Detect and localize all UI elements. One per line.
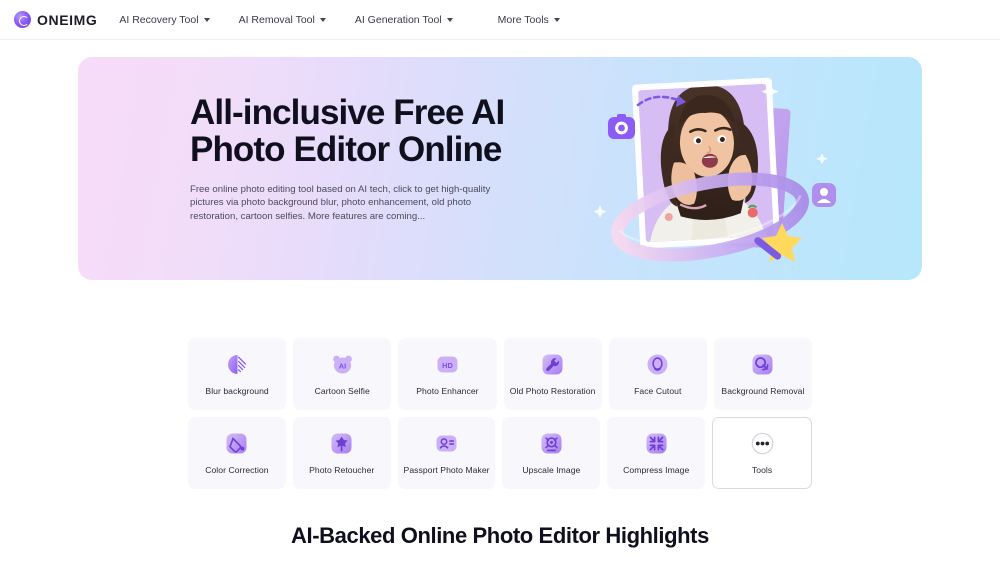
nav-item-ai-recovery-tool[interactable]: AI Recovery Tool	[119, 8, 210, 32]
woman-photo-frame-illustration	[574, 65, 874, 280]
nav-item-label: AI Recovery Tool	[119, 13, 199, 26]
hero-title-line-1: All-inclusive Free AI	[190, 93, 505, 132]
blur-background-icon	[225, 352, 250, 377]
hd-photo-enhancer-icon: HD	[435, 352, 460, 377]
svg-text:HD: HD	[442, 361, 453, 370]
tool-card-blur-background[interactable]: Blur background	[188, 338, 287, 410]
svg-text:AI: AI	[339, 362, 346, 371]
tool-card-label: Tools	[751, 465, 773, 475]
upscale-image-icon	[539, 431, 564, 456]
tool-card-old-photo-restoration[interactable]: Old Photo Restoration	[503, 338, 602, 410]
tool-card-label: Upscale Image	[522, 465, 581, 475]
nav-item-label: More Tools	[497, 13, 549, 26]
nav-item-more-tools[interactable]: More Tools	[498, 8, 560, 32]
nav-item-ai-removal-tool[interactable]: AI Removal Tool	[239, 8, 326, 32]
tool-card-label: Photo Retoucher	[309, 465, 375, 475]
tool-card-label: Background Removal	[721, 386, 805, 396]
photo-retoucher-icon	[329, 431, 354, 456]
tool-card-photo-enhancer[interactable]: HD Photo Enhancer	[398, 338, 497, 410]
tool-card-cartoon-selfie[interactable]: AI Cartoon Selfie	[293, 338, 392, 410]
page-title: All-inclusive Free AI Photo Editor Onlin…	[190, 94, 520, 169]
tool-row-1: Blur background AI Cartoon Selfie HD Pho…	[188, 338, 813, 410]
tool-card-photo-retoucher[interactable]: Photo Retoucher	[292, 417, 391, 489]
tool-card-tools[interactable]: Tools	[712, 417, 812, 489]
tool-grid: Blur background AI Cartoon Selfie HD Pho…	[188, 338, 813, 489]
logo-text: ONEIMG	[37, 11, 98, 28]
passport-photo-icon	[434, 431, 459, 456]
oneimg-logo-icon	[14, 11, 31, 28]
wrench-restoration-icon	[540, 352, 565, 377]
tool-row-2: Color Correction Photo Retoucher Passpor…	[188, 417, 812, 489]
chevron-down-icon	[553, 17, 560, 22]
tool-card-label: Blur background	[205, 386, 269, 396]
compress-image-icon	[644, 431, 669, 456]
nav-item-label: AI Removal Tool	[238, 13, 315, 26]
tool-card-background-removal[interactable]: Background Removal	[713, 338, 813, 410]
face-cutout-icon	[645, 352, 670, 377]
hero-copy: All-inclusive Free AI Photo Editor Onlin…	[190, 94, 520, 224]
chevron-down-icon	[446, 17, 453, 22]
hero-subtitle: Free online photo editing tool based on …	[190, 183, 491, 223]
background-removal-icon	[750, 352, 775, 377]
cartoon-selfie-ai-icon: AI	[330, 352, 355, 377]
section-heading: AI-Backed Online Photo Editor Highlights	[291, 523, 709, 548]
chevron-down-icon	[203, 17, 210, 22]
tool-card-label: Cartoon Selfie	[314, 386, 370, 396]
tool-card-color-correction[interactable]: Color Correction	[188, 417, 286, 489]
chevron-down-icon	[319, 17, 326, 22]
color-correction-icon	[224, 431, 249, 456]
tool-card-face-cutout[interactable]: Face Cutout	[608, 338, 707, 410]
tool-card-label: Color Correction	[205, 465, 269, 475]
tool-card-label: Passport Photo Maker	[403, 465, 490, 475]
more-dots-icon	[750, 431, 775, 456]
site-header: ONEIMG AI Recovery Tool AI Removal Tool …	[0, 0, 1000, 40]
main-nav: AI Recovery Tool AI Removal Tool AI Gene…	[119, 8, 588, 32]
tool-card-passport-photo-maker[interactable]: Passport Photo Maker	[397, 417, 496, 489]
tool-card-upscale-image[interactable]: Upscale Image	[502, 417, 601, 489]
tool-card-label: Compress Image	[623, 465, 690, 475]
tool-card-label: Old Photo Restoration	[509, 386, 596, 396]
hero-title-line-2: Photo Editor Online	[190, 130, 502, 170]
nav-item-label: AI Generation Tool	[354, 13, 442, 26]
hero-banner: All-inclusive Free AI Photo Editor Onlin…	[78, 57, 922, 280]
nav-item-ai-generation-tool[interactable]: AI Generation Tool	[355, 8, 453, 32]
logo[interactable]: ONEIMG	[14, 11, 97, 28]
tool-card-compress-image[interactable]: Compress Image	[607, 417, 706, 489]
tool-card-label: Photo Enhancer	[416, 386, 479, 396]
tool-card-label: Face Cutout	[634, 386, 682, 396]
